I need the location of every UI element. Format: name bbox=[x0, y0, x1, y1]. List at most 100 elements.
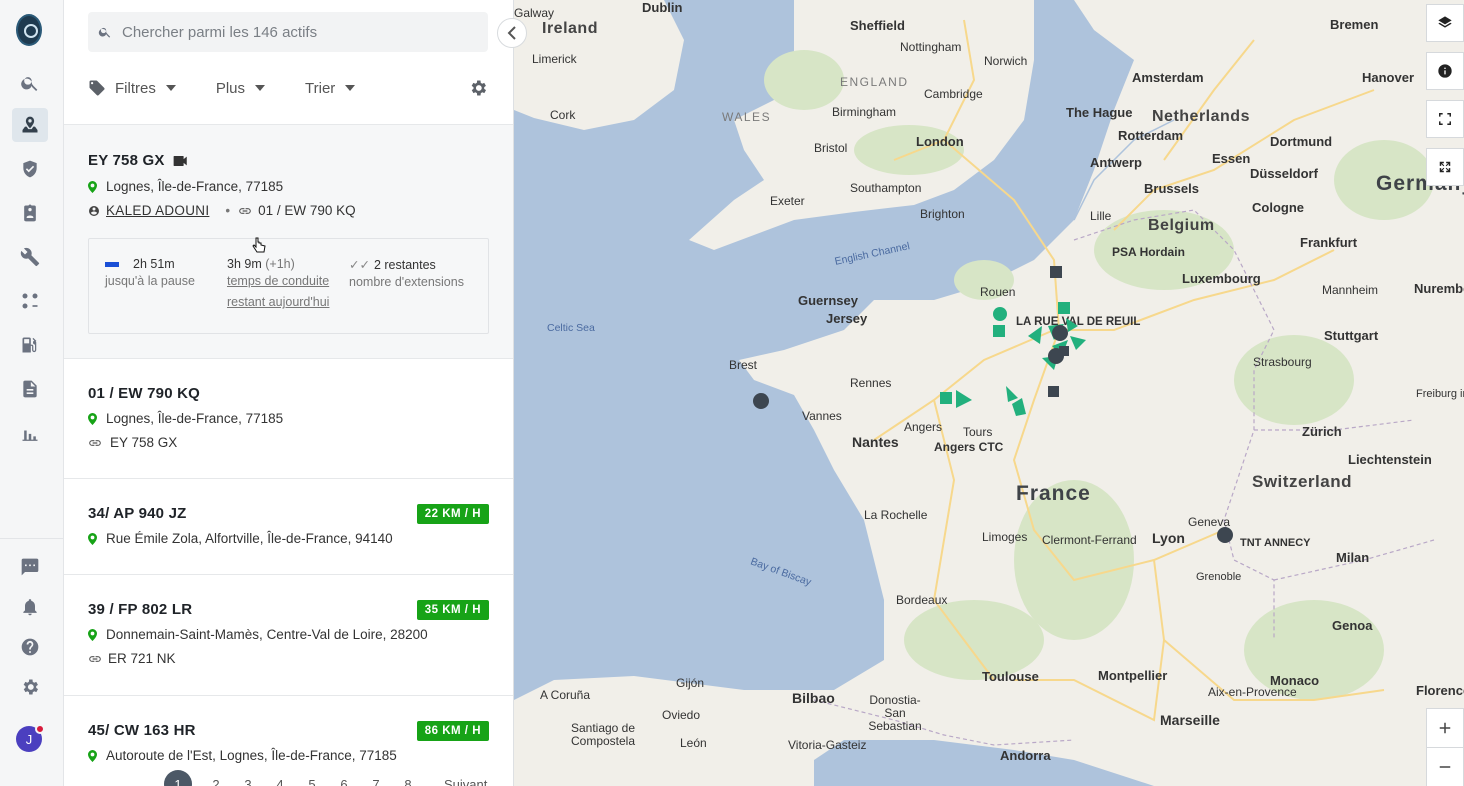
asset-card[interactable]: 01 / EW 790 KQ Lognes, Île-de-France, 77… bbox=[64, 358, 513, 479]
vehicle-marker[interactable] bbox=[938, 388, 978, 412]
map-label: Oviedo bbox=[662, 708, 701, 722]
page-2[interactable]: 2 bbox=[210, 777, 222, 786]
map-label: Sheffield bbox=[850, 18, 905, 33]
map-label: Brussels bbox=[1144, 181, 1199, 196]
map-label: Clermont-Ferrand bbox=[1042, 533, 1137, 547]
vehicle-marker[interactable] bbox=[1048, 264, 1064, 280]
page-3[interactable]: 3 bbox=[242, 777, 254, 786]
user-avatar[interactable]: J bbox=[16, 724, 45, 752]
vehicle-marker[interactable] bbox=[752, 392, 770, 410]
info-button[interactable] bbox=[1426, 52, 1464, 90]
settings-icon[interactable] bbox=[12, 670, 48, 704]
map-label: Düsseldorf bbox=[1250, 166, 1318, 181]
vehicle-marker[interactable] bbox=[1002, 384, 1030, 420]
chevron-down-icon bbox=[165, 85, 176, 91]
clipboard-icon[interactable] bbox=[12, 196, 48, 230]
asset-card[interactable]: EY 758 GX Lognes, Île-de-France, 77185 K… bbox=[64, 124, 513, 359]
map-label: Bristol bbox=[814, 141, 848, 155]
map-label: Lyon bbox=[1152, 530, 1185, 546]
asset-card[interactable]: 34/ AP 940 JZ 22 KM / H Rue Émile Zola, … bbox=[64, 478, 513, 575]
info-icon bbox=[1438, 64, 1452, 78]
map-label: Nuremberg bbox=[1414, 281, 1464, 296]
route-icon[interactable] bbox=[12, 284, 48, 318]
map-label: Stuttgart bbox=[1324, 328, 1379, 343]
break-col: 2h 51m jusqu'à la pause bbox=[105, 257, 195, 292]
document-icon[interactable] bbox=[12, 372, 48, 406]
page-7[interactable]: 7 bbox=[370, 777, 382, 786]
drive-label-1[interactable]: temps de conduite bbox=[227, 271, 329, 292]
map-label: Nantes bbox=[852, 434, 899, 450]
drive-label-2[interactable]: restant aujourd'hui bbox=[227, 292, 329, 313]
map-label: A Coruña bbox=[540, 688, 591, 702]
map-label: France bbox=[1016, 482, 1091, 505]
asset-location: Lognes, Île-de-France, 77185 bbox=[88, 179, 489, 194]
zoom-out-button[interactable] bbox=[1426, 747, 1464, 786]
filters-dropdown[interactable]: Filtres bbox=[88, 79, 176, 97]
page-1[interactable]: 1 bbox=[164, 770, 192, 786]
linked-asset[interactable]: 01 / EW 790 KQ bbox=[258, 203, 356, 218]
driver-link[interactable]: KALED ADOUNI bbox=[106, 203, 209, 218]
map-label: Bremen bbox=[1330, 17, 1379, 32]
map-label: Cambridge bbox=[924, 87, 983, 101]
asset-location: Rue Émile Zola, Alfortville, Île-de-Fran… bbox=[88, 531, 489, 546]
asset-meta: KALED ADOUNI • 01 / EW 790 KQ bbox=[88, 203, 489, 218]
chevron-left-icon bbox=[507, 26, 516, 40]
fit-bounds-button[interactable] bbox=[1426, 100, 1464, 138]
map-label: Andorra bbox=[1000, 748, 1051, 763]
left-rail: J bbox=[0, 0, 64, 786]
speed-badge: 22 KM / H bbox=[416, 504, 489, 524]
wrench-icon[interactable] bbox=[12, 240, 48, 274]
page-6[interactable]: 6 bbox=[338, 777, 350, 786]
layers-button[interactable] bbox=[1426, 4, 1464, 42]
next-page[interactable]: Suivant bbox=[444, 777, 487, 786]
map-label: Tours bbox=[963, 425, 993, 439]
help-icon[interactable] bbox=[12, 630, 48, 664]
page-8[interactable]: 8 bbox=[402, 777, 414, 786]
linked-asset[interactable]: ER 721 NK bbox=[108, 651, 176, 666]
search-input[interactable] bbox=[122, 23, 472, 41]
app: J Filtres Plus Trier bbox=[0, 0, 1464, 786]
asset-card[interactable]: 39 / FP 802 LR 35 KM / H Donnemain-Saint… bbox=[64, 574, 513, 696]
map-label: Genoa bbox=[1332, 618, 1373, 633]
search-icon[interactable] bbox=[12, 66, 48, 100]
vehicle-marker[interactable] bbox=[1216, 526, 1234, 544]
sort-dropdown[interactable]: Trier bbox=[305, 80, 356, 97]
map-label: Rennes bbox=[850, 376, 892, 390]
pin-icon bbox=[88, 180, 97, 193]
map-label: Dortmund bbox=[1270, 134, 1333, 149]
more-dropdown[interactable]: Plus bbox=[216, 80, 266, 97]
owl-logo-icon[interactable] bbox=[16, 14, 42, 46]
link-icon bbox=[89, 439, 101, 446]
link-icon bbox=[239, 207, 251, 214]
map-label: PSA Hordain bbox=[1112, 245, 1185, 259]
linked-asset[interactable]: EY 758 GX bbox=[110, 435, 177, 450]
map-view[interactable]: Galway Dublin Ireland Limerick Cork Shef… bbox=[514, 0, 1464, 786]
chevron-down-icon bbox=[255, 85, 266, 91]
ext-value: 2 restantes bbox=[373, 258, 436, 272]
fullscreen-button[interactable] bbox=[1426, 148, 1464, 186]
gear-icon[interactable] bbox=[468, 78, 488, 98]
shield-icon[interactable] bbox=[12, 152, 48, 186]
map-label: Belgium bbox=[1148, 217, 1215, 234]
map-label: Celtic Sea bbox=[547, 322, 595, 334]
map-label: Galway bbox=[514, 6, 555, 20]
zoom-in-icon bbox=[1439, 722, 1451, 734]
map-label: Zürich bbox=[1302, 424, 1342, 439]
fuel-icon[interactable] bbox=[12, 328, 48, 362]
avatar-initial: J bbox=[25, 731, 33, 747]
page-5[interactable]: 5 bbox=[306, 777, 318, 786]
map-label: Vannes bbox=[802, 409, 842, 423]
map-label: Milan bbox=[1336, 550, 1370, 565]
map-pin-nav-icon[interactable] bbox=[12, 108, 48, 142]
map-label: Bilbao bbox=[792, 690, 835, 706]
chat-icon[interactable] bbox=[12, 550, 48, 584]
bar-chart-icon[interactable] bbox=[12, 416, 48, 450]
search-box[interactable] bbox=[88, 12, 488, 52]
map-label: Amsterdam bbox=[1132, 70, 1204, 85]
bell-icon[interactable] bbox=[12, 590, 48, 624]
zoom-in-button[interactable] bbox=[1426, 708, 1464, 748]
map-label: Antwerp bbox=[1090, 155, 1142, 170]
page-4[interactable]: 4 bbox=[274, 777, 286, 786]
collapse-panel-button[interactable] bbox=[497, 18, 527, 48]
map-label: Aix-en-Provence bbox=[1208, 685, 1297, 699]
